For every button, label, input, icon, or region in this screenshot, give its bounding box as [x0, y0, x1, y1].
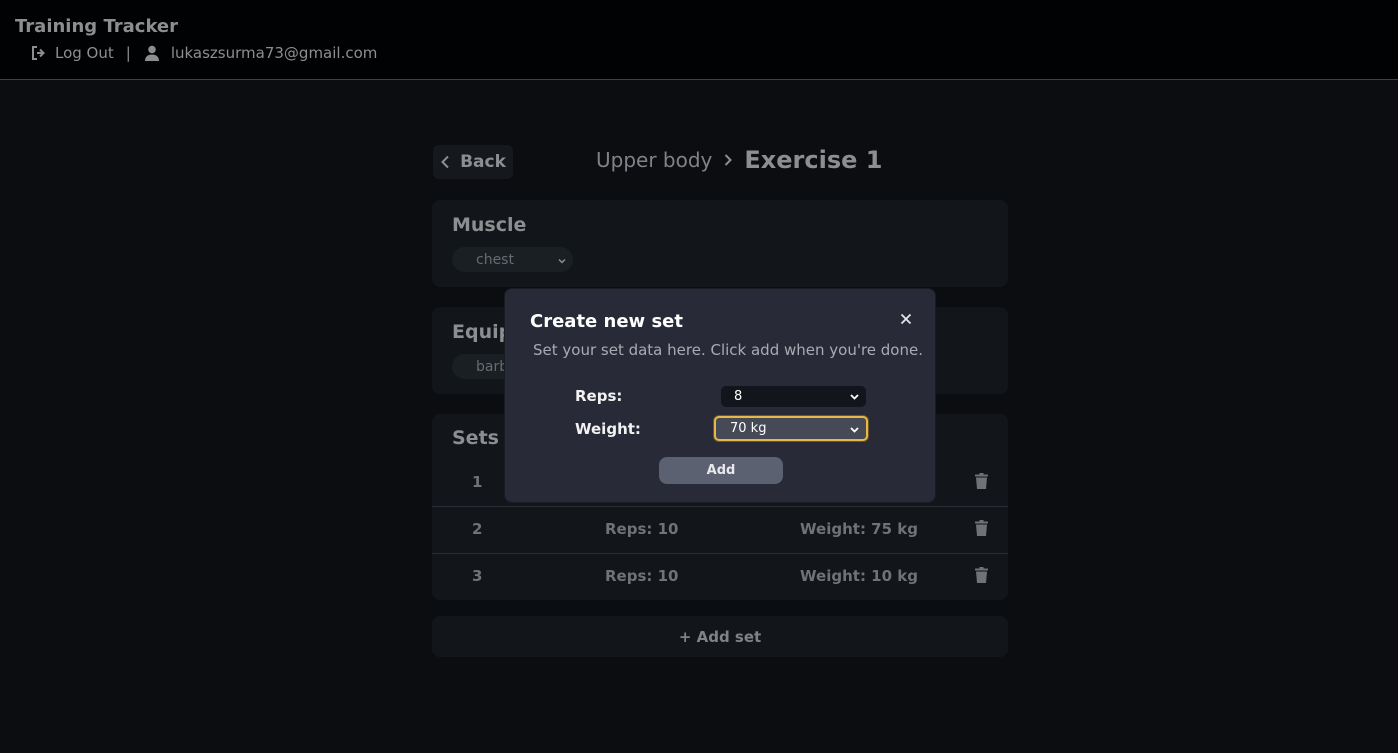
- trash-icon[interactable]: [975, 473, 988, 493]
- weight-label: Weight:: [575, 420, 641, 438]
- set-row: 2 Reps: 10 Weight: 75 kg: [432, 506, 1008, 552]
- chevron-right-icon: [724, 153, 733, 167]
- set-number: 3: [472, 567, 483, 585]
- separator: |: [125, 44, 131, 62]
- logout-label: Log Out: [55, 44, 114, 62]
- back-label: Back: [460, 152, 506, 172]
- trash-icon[interactable]: [975, 520, 988, 540]
- weight-select-value: 70 kg: [730, 421, 767, 436]
- logout-button[interactable]: Log Out: [31, 44, 114, 62]
- reps-label: Reps:: [575, 387, 623, 405]
- set-row: 3 Reps: 10 Weight: 10 kg: [432, 553, 1008, 599]
- set-number: 2: [472, 520, 483, 538]
- breadcrumb-current: Exercise 1: [744, 146, 883, 174]
- add-button[interactable]: Add: [659, 457, 783, 484]
- top-bar: Training Tracker Log Out | lukaszsurma73…: [0, 0, 1398, 80]
- user-bar: Log Out | lukaszsurma73@gmail.com: [31, 44, 377, 62]
- breadcrumb-parent[interactable]: Upper body: [596, 148, 712, 172]
- exercise-page: Back Upper body Exercise 1 Muscle chest …: [432, 144, 1008, 657]
- trash-icon[interactable]: [975, 567, 988, 587]
- muscle-card: Muscle chest: [432, 200, 1008, 287]
- weight-select[interactable]: 70 kg: [714, 416, 868, 441]
- set-weight: Weight: 10 kg: [800, 567, 918, 585]
- reps-select[interactable]: 8: [721, 386, 866, 407]
- set-reps: Reps: 10: [605, 567, 679, 585]
- user-email: lukaszsurma73@gmail.com: [170, 44, 378, 62]
- muscle-title: Muscle: [452, 214, 527, 236]
- create-set-dialog: Create new set Set your set data here. C…: [504, 288, 936, 503]
- dialog-description: Set your set data here. Click add when y…: [533, 341, 923, 359]
- sets-title: Sets: [452, 427, 499, 449]
- logout-icon: [31, 46, 47, 60]
- muscle-select[interactable]: chest: [452, 247, 573, 272]
- set-number: 1: [472, 473, 483, 491]
- user-icon: [144, 45, 159, 61]
- chevron-left-icon: [440, 155, 450, 169]
- add-set-button[interactable]: + Add set: [432, 616, 1008, 657]
- reps-select-value: 8: [734, 389, 743, 404]
- set-reps: Reps: 10: [605, 520, 679, 538]
- page-header: Back Upper body Exercise 1: [432, 144, 1008, 180]
- chevron-down-icon: [849, 391, 860, 406]
- breadcrumb: Upper body Exercise 1: [596, 144, 882, 176]
- close-icon[interactable]: [898, 311, 914, 327]
- muscle-select-value: chest: [476, 251, 514, 268]
- chevron-down-icon: [557, 254, 567, 270]
- dialog-title: Create new set: [530, 311, 683, 332]
- set-weight: Weight: 75 kg: [800, 520, 918, 538]
- app-title: Training Tracker: [15, 16, 179, 37]
- back-button[interactable]: Back: [433, 145, 513, 179]
- user-info: lukaszsurma73@gmail.com: [144, 44, 378, 62]
- chevron-down-icon: [849, 424, 860, 439]
